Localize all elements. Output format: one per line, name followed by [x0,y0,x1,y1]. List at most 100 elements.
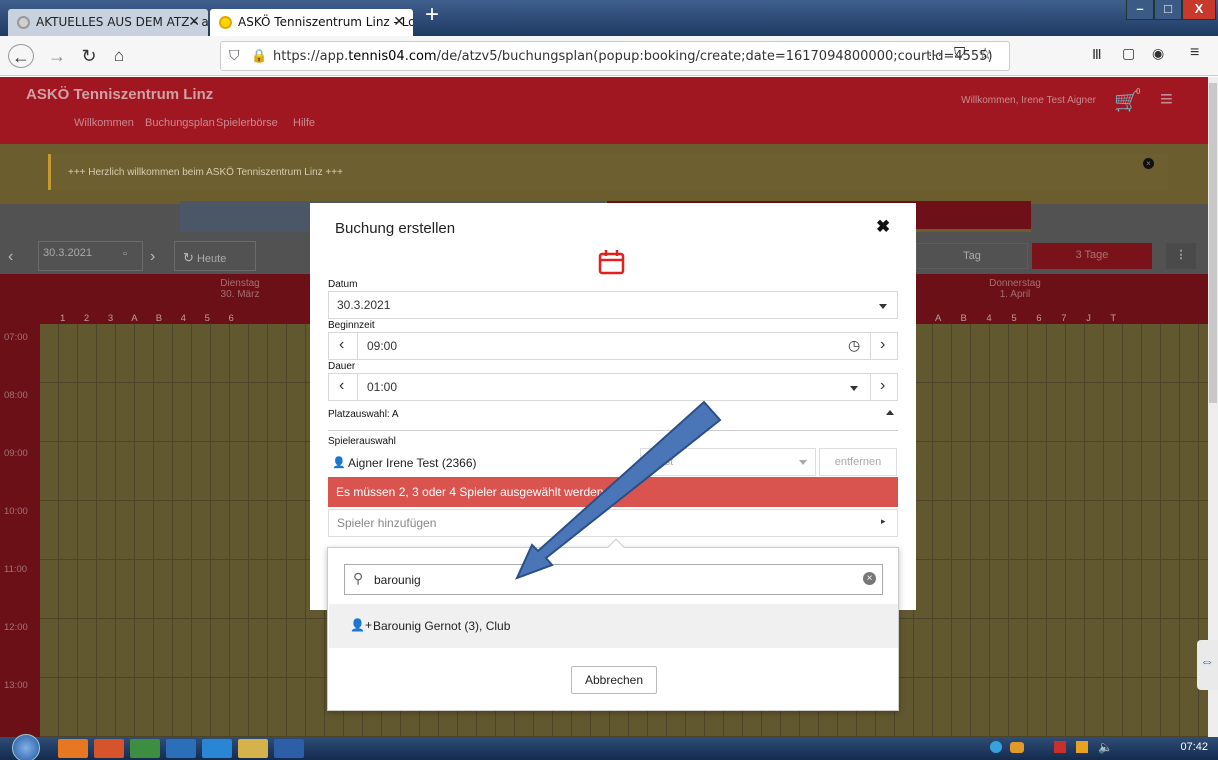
scrollbar-thumb[interactable] [1209,83,1217,403]
firefox-taskbar-icon[interactable] [94,739,124,758]
remove-button[interactable]: entfernen [819,448,897,476]
datum-label: Datum [328,279,358,290]
library-icon[interactable]: Ⅲ [1092,46,1102,63]
reload-icon[interactable]: ↻ [76,44,102,68]
platz-label[interactable]: Platzauswahl: A [328,409,399,420]
prev-day-icon[interactable]: ‹ [8,248,13,266]
volume-icon[interactable]: 🔈 [1098,740,1113,754]
explorer-taskbar-icon[interactable] [238,739,268,758]
close-banner-icon[interactable]: × [1143,158,1154,169]
close-tab-icon[interactable]: ✕ [393,14,405,30]
search-result-item[interactable]: 👤+ Barounig Gernot (3), Club [329,604,898,648]
shield-icon: ⛉ [229,47,240,63]
dauer-label: Dauer [328,361,356,372]
chevron-left-icon[interactable]: ‹ [339,336,344,354]
view-3days-label: 3 Tage [1075,249,1109,261]
menu-icon[interactable]: ≡ [1190,44,1199,62]
add-user-icon: 👤+ [350,618,372,632]
hour-label: 11:00 [4,564,28,575]
account-icon[interactable]: ◉ [1152,45,1164,62]
tray-icon[interactable] [1076,741,1088,753]
teamviewer-taskbar-icon[interactable] [202,739,232,758]
divider [328,430,898,431]
page-scrollbar[interactable] [1208,77,1218,737]
word-taskbar-icon[interactable] [274,739,304,758]
today-button[interactable]: ↻ Heute [174,241,256,271]
date-picker[interactable]: 30.3.2021 ▫ [38,241,143,271]
beginn-value: 09:00 [367,339,398,353]
beginn-label: Beginnzeit [328,320,375,331]
page-actions-icon[interactable]: ··· [928,46,942,62]
divider [870,374,871,400]
maximize-button[interactable]: □ [1154,0,1182,20]
close-window-button[interactable]: X [1182,0,1216,20]
clock[interactable]: 07:42 [1180,741,1208,753]
player-type-value: Test [653,456,674,468]
user-icon: 👤 [332,457,346,469]
calendar-icon [598,250,625,275]
spieler-name: Aigner Irene Test (2366) [348,456,477,470]
chevron-right-icon[interactable]: › [880,377,885,395]
player-type-select[interactable]: Test [640,448,816,476]
chevron-up-icon[interactable] [886,410,894,415]
caret-right-icon: ▸ [881,516,886,526]
cart-count: 0 [1136,87,1141,96]
nav-buchungsplan[interactable]: Buchungsplan [145,117,215,129]
minimize-button[interactable]: – [1126,0,1154,20]
view-day-button[interactable]: Tag [916,243,1028,269]
chevron-left-icon[interactable]: ‹ [339,377,344,395]
clock-icon[interactable]: ◷ [848,337,860,354]
pocket-icon[interactable]: ⛉ [954,45,965,62]
start-button[interactable] [12,734,40,760]
tab-label: ASKÖ Tenniszentrum Linz - Log [238,15,413,29]
cancel-button[interactable]: Abbrechen [571,666,657,694]
home-icon[interactable]: ⌂ [106,44,132,68]
day-date: 30. März [220,289,260,300]
ie-taskbar-icon[interactable] [166,739,196,758]
info-text: +++ Herzlich willkommen beim ASKÖ Tennis… [68,167,343,178]
new-tab-button[interactable]: + [420,3,444,28]
sidebar-icon[interactable]: ▢ [1122,45,1135,62]
app-header: ASKÖ Tenniszentrum Linz Willkommen Buchu… [0,77,1208,144]
refresh-icon: ↻ [183,250,194,265]
view-3days-button[interactable]: 3 Tage [1032,243,1152,269]
nav-hilfe[interactable]: Hilfe [293,117,315,129]
close-tab-icon[interactable]: ✕ [188,14,200,30]
clear-search-icon[interactable]: × [863,572,876,585]
teamviewer-widget[interactable]: ⇔ [1197,640,1218,690]
search-result-label: Barounig Gernot (3), Club [373,619,511,633]
nav-spielerboerse[interactable]: Spielerbörse [216,117,278,129]
bookmark-star-icon[interactable]: ☆ [978,44,992,64]
beginn-field[interactable]: ‹ 09:00 ◷ › [328,332,898,360]
add-player-select[interactable]: Spieler hinzufügen ▸ [328,509,898,537]
day-header-tuesday: Dienstag 30. März [200,278,280,300]
welcome-text: Willkommen, Irene Test Aigner [961,95,1096,106]
tab-tenniszentrum[interactable]: ASKÖ Tenniszentrum Linz - Log ✕ [210,9,413,36]
date-value: 30.3.2021 [43,247,92,259]
more-options-icon[interactable]: ⋮ [1166,243,1196,269]
forward-icon[interactable]: → [44,44,70,68]
app-title[interactable]: ASKÖ Tenniszentrum Linz [26,86,213,103]
excel-taskbar-icon[interactable] [130,739,160,758]
search-value: barounig [374,573,421,587]
chevron-right-icon[interactable]: › [880,336,885,354]
datum-select[interactable]: 30.3.2021 [328,291,898,319]
hour-label: 12:00 [4,622,28,633]
hour-label: 13:00 [4,680,28,691]
player-search-input[interactable]: ⚲ barounig × [344,564,883,595]
windows-taskbar: 🔈 07:42 [0,734,1218,760]
day-name: Donnerstag [989,278,1041,289]
nav-willkommen[interactable]: Willkommen [74,117,134,129]
back-icon[interactable]: ← [8,44,34,68]
address-bar[interactable]: ⛉ 🔒 https://app.tennis04.com/de/atzv5/bu… [220,41,1010,71]
close-icon[interactable]: ✖ [876,217,890,237]
divider [357,374,358,400]
next-day-icon[interactable]: › [150,248,155,266]
tab-aktuelles[interactable]: AKTUELLES AUS DEM ATZ - at ✕ [8,9,208,36]
tray-icon[interactable] [990,741,1002,753]
hamburger-menu-icon[interactable]: ≡ [1160,86,1173,112]
outlook-taskbar-icon[interactable] [58,739,88,758]
tray-icon[interactable] [1054,741,1066,753]
dauer-field[interactable]: ‹ 01:00 › [328,373,898,401]
tray-icon[interactable] [1010,742,1024,753]
